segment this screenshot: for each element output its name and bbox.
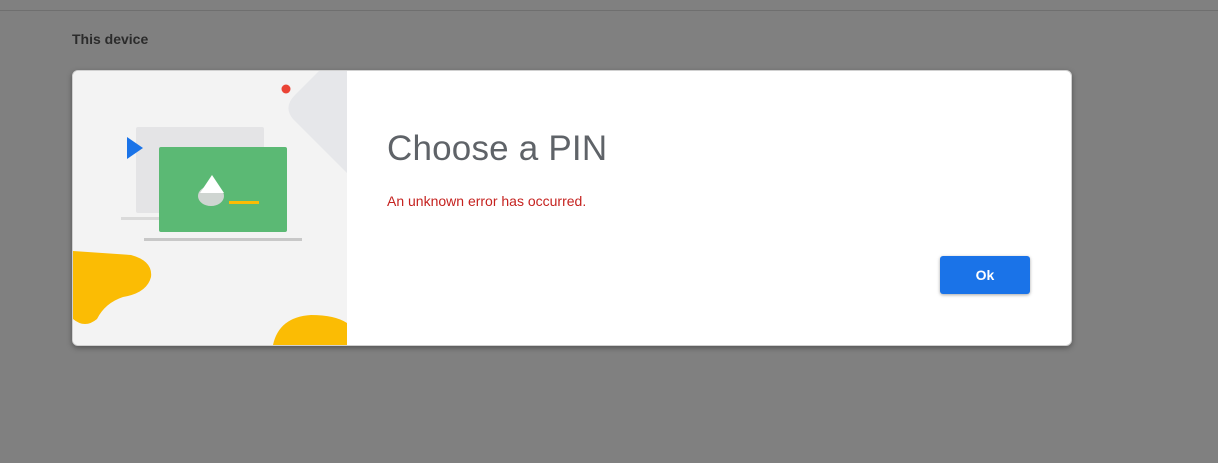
ok-button[interactable]: Ok	[940, 256, 1030, 294]
section-label: This device	[72, 31, 149, 47]
dialog-content: Choose a PIN An unknown error has occurr…	[387, 71, 1047, 345]
laptop-with-pin-icon	[73, 71, 347, 345]
dialog-title: Choose a PIN	[387, 129, 608, 168]
divider	[0, 10, 1218, 11]
choose-pin-dialog: Choose a PIN An unknown error has occurr…	[72, 70, 1072, 346]
page: This device Choose a PIN An unknown erro…	[0, 0, 1218, 463]
error-message: An unknown error has occurred.	[387, 193, 587, 209]
